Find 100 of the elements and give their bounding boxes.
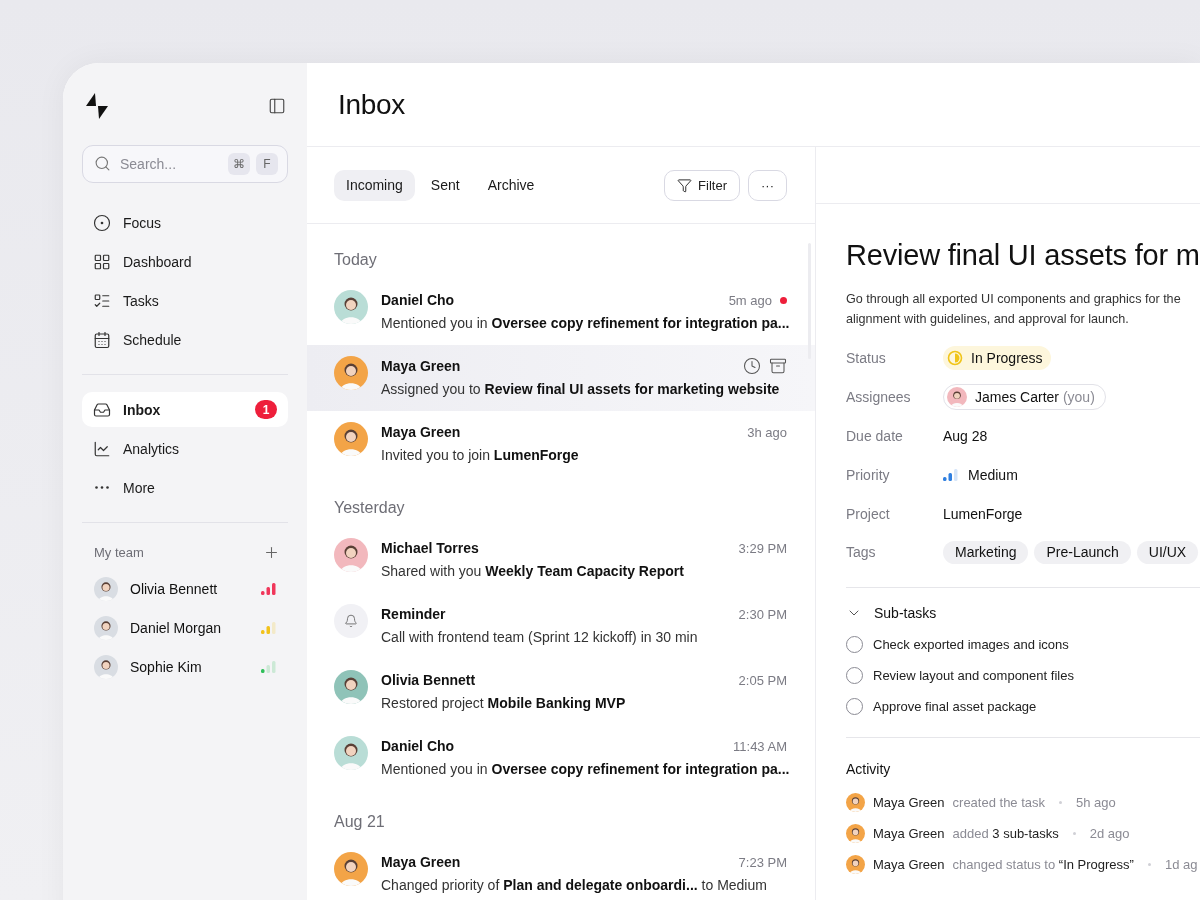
- property-label: Due date: [846, 428, 904, 444]
- property-label: Tags: [846, 544, 877, 561]
- timestamp: 5m ago: [728, 292, 772, 308]
- tab[interactable]: Archive: [475, 169, 547, 201]
- timestamp: 2d ago: [1089, 825, 1130, 841]
- notification-row[interactable]: Daniel Cho 5m ago Mentioned you in Oversee copy refinement for integration pa...: [307, 279, 815, 345]
- unread-count: 1: [255, 400, 277, 419]
- notification-row[interactable]: Daniel Cho 11:43 AM Mentioned you in Oversee copy refinement for integration pa...: [307, 725, 815, 791]
- signal-bars-icon: [261, 621, 276, 634]
- nav-item[interactable]: Dashboard: [82, 244, 288, 279]
- team-member[interactable]: Olivia Bennett: [82, 569, 288, 608]
- tag[interactable]: UI/UX: [1136, 540, 1199, 564]
- tab[interactable]: Sent: [418, 169, 472, 201]
- timestamp: 3:29 PM: [738, 540, 787, 556]
- activity-text: changed status to “In Progress”: [952, 856, 1134, 872]
- timestamp: 3h ago: [747, 424, 787, 440]
- status-pill[interactable]: In Progress: [943, 346, 1051, 371]
- collapse-sidebar-icon[interactable]: [268, 97, 286, 115]
- avatar: [94, 615, 118, 640]
- nav-item[interactable]: Tasks: [82, 283, 288, 318]
- notification-text: Changed priority of Plan and delegate onboardi... to Medium: [381, 876, 768, 895]
- property-value: Aug 28: [943, 428, 988, 444]
- grid-icon: [93, 252, 111, 271]
- date-heading: Yesterday: [333, 498, 406, 518]
- notification-text: Restored project Mobile Banking MVP: [381, 694, 627, 713]
- filter-button[interactable]: Filter: [664, 169, 740, 201]
- shortcut-key: F: [256, 153, 278, 175]
- nav-item[interactable]: Inbox 1: [82, 392, 288, 427]
- timestamp: 2:30 PM: [738, 606, 787, 622]
- half-circle-icon: [947, 350, 963, 367]
- notification-row[interactable]: Maya Green 3h ago Invited you to join LumenForge: [307, 411, 815, 477]
- timestamp: 11:43 AM: [733, 738, 787, 754]
- tag[interactable]: Marketing: [943, 540, 1029, 564]
- timestamp: 2:05 PM: [738, 672, 787, 688]
- actor-name: Maya Green: [873, 856, 945, 872]
- notification-text: Invited you to join LumenForge: [381, 446, 580, 465]
- avatar: [94, 576, 118, 601]
- subtask-label: Check exported images and icons: [873, 636, 1069, 652]
- sender-name: Maya Green: [381, 854, 462, 870]
- timestamp: 7:23 PM: [738, 854, 787, 870]
- notification-row[interactable]: Michael Torres 3:29 PM Shared with you Weekly Team Capacity Report: [307, 527, 815, 593]
- property-label: Project: [846, 505, 891, 522]
- notification-row[interactable]: Maya Green 7:23 PM Changed priority of Plan and delegate onboardi... to Medium: [307, 841, 815, 900]
- actor-name: Maya Green: [873, 794, 945, 810]
- bell-icon: [334, 604, 368, 638]
- sender-name: Daniel Cho: [381, 292, 456, 308]
- tab[interactable]: Incoming: [334, 169, 415, 201]
- filter-icon: [677, 177, 693, 193]
- date-heading: Today: [333, 250, 378, 270]
- add-icon[interactable]: [263, 544, 280, 561]
- priority-value: Medium: [968, 466, 1018, 483]
- timestamp: 1d ag: [1164, 856, 1198, 872]
- notification-row[interactable]: Maya Green Assigned you to Review final UI assets for marketing website: [307, 345, 815, 411]
- nav-item[interactable]: Schedule: [82, 322, 288, 357]
- activity-text: created the task: [952, 794, 1046, 810]
- notification-text: Shared with you Weekly Team Capacity Report: [381, 562, 685, 581]
- section-title: My team: [94, 545, 144, 560]
- activity-text: added 3 sub-tasks: [952, 825, 1059, 841]
- shortcut-key: ⌘: [228, 153, 250, 175]
- calendar-icon: [93, 330, 111, 349]
- logo-icon: [86, 93, 108, 119]
- sender-name: Maya Green: [381, 358, 462, 374]
- property-value: LumenForge: [943, 505, 1023, 522]
- notification-row[interactable]: Olivia Bennett 2:05 PM Restored project Mobile Banking MVP: [307, 659, 815, 725]
- section-title: Activity: [846, 760, 892, 779]
- subtask-label: Review layout and component files: [873, 667, 1074, 683]
- timestamp: 5h ago: [1076, 794, 1116, 810]
- subtasks-toggle[interactable]: Sub-tasks: [846, 602, 937, 623]
- task-title: Review final UI assets for m: [846, 238, 1200, 273]
- nav-item[interactable]: Analytics: [82, 431, 288, 466]
- actor-name: Maya Green: [873, 825, 945, 841]
- date-heading: Aug 21: [333, 812, 386, 832]
- clock-icon[interactable]: [743, 357, 761, 375]
- nav-item[interactable]: More: [82, 470, 288, 505]
- property-label: Priority: [846, 466, 891, 483]
- focus-icon: [93, 213, 111, 232]
- inbox-icon: [93, 400, 111, 419]
- task-description: Go through all exported UI components and graphics for the alignment with guidelines, and approval for launch.: [846, 291, 1182, 328]
- team-member[interactable]: Daniel Morgan: [82, 608, 288, 647]
- sender-name: Daniel Cho: [381, 738, 456, 754]
- signal-bars-icon: [261, 582, 276, 595]
- property-label: Assignees: [846, 389, 912, 406]
- signal-bars-icon: [943, 468, 958, 481]
- nav-item[interactable]: Focus: [82, 205, 288, 240]
- notification-text: Mentioned you in Oversee copy refinement for integration pa...: [381, 314, 787, 333]
- notification-text: Mentioned you in Oversee copy refinement for integration pa...: [381, 760, 787, 779]
- more-button[interactable]: ···: [748, 169, 787, 201]
- tag[interactable]: Pre-Launch: [1034, 540, 1131, 564]
- search-icon: [94, 155, 111, 172]
- sender-name: Reminder: [381, 606, 447, 622]
- notification-text: Call with frontend team (Sprint 12 kickoff) in 30 min: [381, 628, 699, 647]
- page-title: Inbox: [338, 88, 405, 121]
- archive-icon[interactable]: [769, 357, 787, 375]
- list-icon: [93, 291, 111, 310]
- notification-text: Assigned you to Review final UI assets for marketing website: [381, 380, 781, 399]
- sender-name: Maya Green: [381, 424, 462, 440]
- team-member[interactable]: Sophie Kim: [82, 647, 288, 686]
- subtask-label: Approve final asset package: [873, 698, 1037, 714]
- more-icon: [95, 486, 109, 489]
- notification-row[interactable]: Reminder 2:30 PM Call with frontend team (Sprint 12 kickoff) in 30 min: [307, 593, 815, 659]
